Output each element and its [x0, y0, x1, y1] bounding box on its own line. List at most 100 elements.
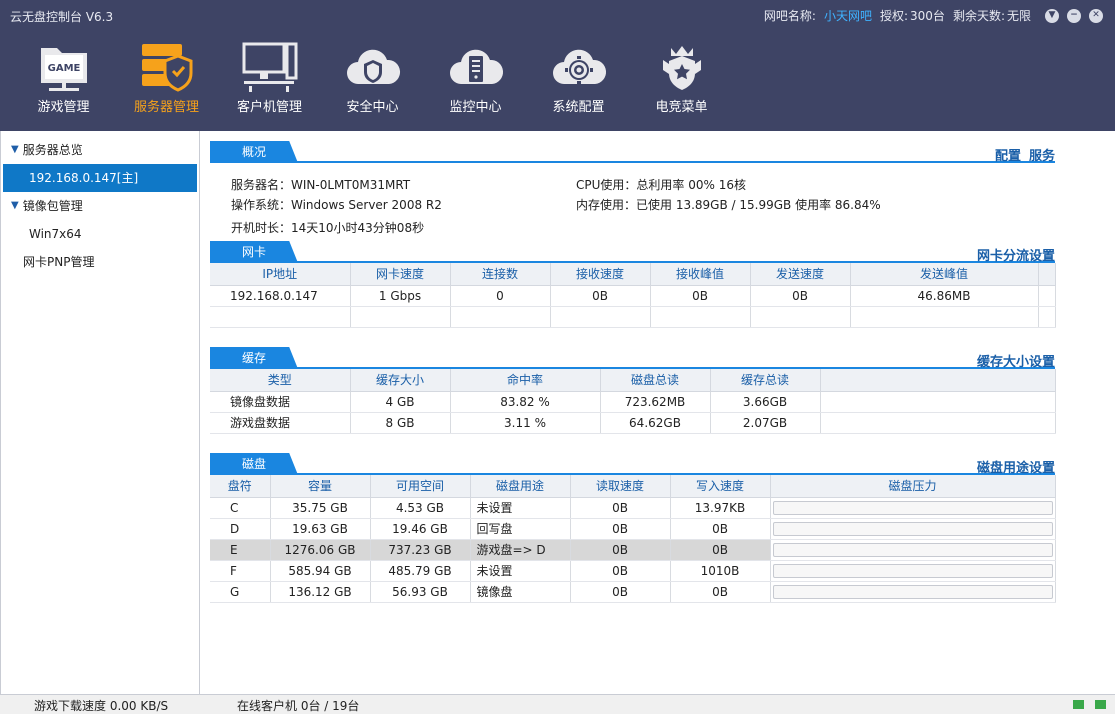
nav-label: 安全中心	[346, 100, 399, 115]
table-row[interactable]: D 19.63 GB 19.46 GB 回写盘 0B 0B	[210, 518, 1056, 540]
table-row[interactable]: F 585.94 GB 485.79 GB 未设置 0B 1010B	[210, 560, 1056, 582]
overview-links: 配置 服务	[987, 145, 1055, 164]
tree-image-management[interactable]: ▼ 镜像包管理	[1, 192, 199, 220]
esports-badge-icon	[652, 38, 712, 96]
table-header[interactable]: 接收峰值	[650, 263, 751, 286]
nav-monitor-center[interactable]: 监控中心	[424, 38, 527, 120]
expand-triangle-icon[interactable]: ▼	[11, 192, 19, 220]
table-cell: 8 GB	[350, 412, 451, 434]
sidebar-tree: ▼ 服务器总览 192.168.0.147[主] ▼ 镜像包管理 Win7x64…	[0, 131, 200, 694]
nav-system-config[interactable]: 系统配置	[527, 38, 630, 120]
table-cell	[820, 391, 1056, 413]
tab-nic[interactable]: 网卡	[210, 241, 298, 263]
table-header[interactable]: 接收速度	[550, 263, 651, 286]
nav-client-management[interactable]: 客户机管理	[218, 38, 321, 120]
disk-pressure-bar	[772, 563, 1053, 578]
close-icon[interactable]: ✕	[1089, 8, 1103, 23]
table-cell: 585.94 GB	[270, 560, 371, 582]
config-link[interactable]: 配置	[995, 149, 1021, 164]
table-cell	[770, 518, 1056, 540]
table-cell: 4 GB	[350, 391, 451, 413]
table-cell: 游戏盘=> D	[470, 539, 571, 561]
table-header[interactable]: 发送速度	[750, 263, 851, 286]
table-header[interactable]: 缓存总读	[710, 369, 821, 392]
table-cell: 0B	[570, 497, 671, 519]
table-cell: 镜像盘	[470, 581, 571, 603]
minimize-icon[interactable]: −	[1067, 8, 1081, 23]
table-row-empty	[210, 306, 1056, 328]
table-header[interactable]: 读取速度	[570, 475, 671, 498]
table-header[interactable]: 容量	[270, 475, 371, 498]
menu-dropdown-icon[interactable]: ▼	[1045, 8, 1059, 23]
tree-server-overview[interactable]: ▼ 服务器总览	[1, 136, 199, 164]
tree-server-item[interactable]: 192.168.0.147[主]	[3, 164, 197, 192]
tab-disk[interactable]: 磁盘	[210, 453, 298, 475]
table-header[interactable]: 发送峰值	[850, 263, 1039, 286]
nic-table: IP地址 网卡速度 连接数 接收速度 接收峰值 发送速度 发送峰值 192.168.0.14…	[210, 263, 1056, 328]
table-header[interactable]: 磁盘压力	[770, 475, 1056, 498]
expand-triangle-icon[interactable]: ▼	[11, 136, 19, 164]
header-info: 网吧名称: 小天网吧 授权: 300台 剩余天数: 无限 ▼ − ✕	[764, 7, 1103, 24]
tree-nic-pnp[interactable]: 网卡PNP管理	[1, 248, 199, 276]
table-cell: 56.93 GB	[370, 581, 471, 603]
table-header[interactable]: 盘符	[210, 475, 271, 498]
tree-label: 镜像包管理	[22, 199, 83, 213]
disk-section: 磁盘 磁盘用途设置 盘符 容量 可用空间 磁盘用途 读取速度 写入速度 磁盘压力 C 35.…	[210, 453, 1056, 603]
table-row[interactable]: 192.168.0.147 1 Gbps 0 0B 0B 0B 46.86MB	[210, 285, 1056, 307]
table-cell: 1010B	[670, 560, 771, 582]
table-header[interactable]: 网卡速度	[350, 263, 451, 286]
tab-cache[interactable]: 缓存	[210, 347, 298, 369]
disk-usage-settings-link[interactable]: 磁盘用途设置	[977, 457, 1055, 476]
cafe-label: 网吧名称:	[763, 9, 816, 23]
table-cell: 镜像盘数据	[210, 391, 351, 413]
table-cell: 游戏盘数据	[210, 412, 351, 434]
download-speed: 游戏下载速度 0.00 KB/S	[34, 699, 169, 713]
table-header[interactable]: 连接数	[450, 263, 551, 286]
table-cell: 0B	[670, 581, 771, 603]
table-header[interactable]: 缓存大小	[350, 369, 451, 392]
table-cell: 3.11 %	[450, 412, 601, 434]
cache-size-settings-link[interactable]: 缓存大小设置	[977, 351, 1055, 370]
top-header: 云无盘控制台 V6.3 网吧名称: 小天网吧 授权: 300台 剩余天数: 无限…	[0, 0, 1115, 131]
nav-security-center[interactable]: 安全中心	[321, 38, 424, 120]
table-row[interactable]: G 136.12 GB 56.93 GB 镜像盘 0B 0B	[210, 581, 1056, 603]
disk-pressure-bar	[772, 500, 1053, 515]
nav-label: 监控中心	[449, 100, 502, 115]
table-cell: 2.07GB	[710, 412, 821, 434]
service-link[interactable]: 服务	[1029, 149, 1055, 164]
table-header[interactable]: 命中率	[450, 369, 601, 392]
disk-table: 盘符 容量 可用空间 磁盘用途 读取速度 写入速度 磁盘压力 C 35.75 GB 4.53…	[210, 475, 1056, 603]
table-cell: 136.12 GB	[270, 581, 371, 603]
table-header[interactable]: 类型	[210, 369, 351, 392]
nav-esports-menu[interactable]: 电竞菜单	[630, 38, 733, 120]
table-row[interactable]: 镜像盘数据 4 GB 83.82 % 723.62MB 3.66GB	[210, 391, 1056, 413]
table-cell: 1 Gbps	[350, 285, 451, 307]
nav-game-management[interactable]: GAME 游戏管理	[12, 38, 115, 120]
tree-image-item[interactable]: Win7x64	[1, 220, 199, 248]
table-header[interactable]: 磁盘用途	[470, 475, 571, 498]
server-shield-icon	[137, 38, 197, 96]
table-header-filler	[820, 369, 1056, 392]
cache-table: 类型 缓存大小 命中率 磁盘总读 缓存总读 镜像盘数据 4 GB 83.82 % 723…	[210, 369, 1056, 434]
table-header[interactable]: IP地址	[210, 263, 351, 286]
status-led-icon	[1073, 700, 1084, 709]
table-cell: 0B	[670, 539, 771, 561]
table-row[interactable]: C 35.75 GB 4.53 GB 未设置 0B 13.97KB	[210, 497, 1056, 519]
table-row[interactable]: 游戏盘数据 8 GB 3.11 % 64.62GB 2.07GB	[210, 412, 1056, 434]
tab-overview[interactable]: 概况	[210, 141, 298, 163]
table-row-selected[interactable]: E 1276.06 GB 737.23 GB 游戏盘=> D 0B 0B	[210, 539, 1056, 561]
table-header[interactable]: 写入速度	[670, 475, 771, 498]
table-cell: 3.66GB	[710, 391, 821, 413]
status-bar: 游戏下载速度 0.00 KB/S 在线客户机 0台 / 19台	[0, 694, 1115, 714]
nic-split-settings-link[interactable]: 网卡分流设置	[977, 245, 1055, 264]
cafe-name[interactable]: 小天网吧	[824, 7, 872, 24]
table-header-row: IP地址 网卡速度 连接数 接收速度 接收峰值 发送速度 发送峰值	[210, 263, 1056, 286]
table-header-row: 盘符 容量 可用空间 磁盘用途 读取速度 写入速度 磁盘压力	[210, 475, 1056, 498]
table-cell: G	[210, 581, 271, 603]
table-cell	[770, 560, 1056, 582]
table-header[interactable]: 可用空间	[370, 475, 471, 498]
disk-pressure-bar	[772, 542, 1053, 557]
table-header[interactable]: 磁盘总读	[600, 369, 711, 392]
nav-server-management[interactable]: 服务器管理	[115, 38, 218, 120]
nav-label: 系统配置	[552, 100, 605, 115]
